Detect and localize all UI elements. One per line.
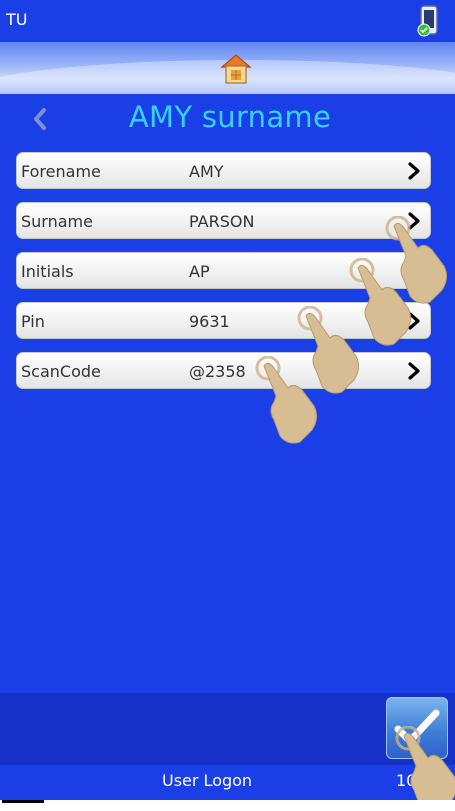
field-label: Initials — [21, 262, 74, 281]
field-label: Forename — [21, 162, 101, 181]
checkmark-icon — [394, 709, 440, 745]
status-bar: TU — [0, 0, 455, 42]
screen-name-label: User Logon — [162, 771, 253, 790]
status-title: TU — [6, 10, 28, 29]
field-value: @2358 — [189, 362, 246, 381]
field-row-forename[interactable]: Forename AMY — [16, 152, 431, 189]
app-screen: TU AMY surname Forename AMY Surname PARS… — [0, 0, 455, 800]
chevron-right-icon — [408, 212, 420, 230]
home-ribbon — [0, 42, 455, 94]
field-value: AMY — [189, 162, 224, 181]
field-row-scancode[interactable]: ScanCode @2358 — [16, 352, 431, 389]
chevron-right-icon — [408, 362, 420, 380]
chevron-right-icon — [408, 262, 420, 280]
field-value: PARSON — [189, 212, 255, 231]
field-label: ScanCode — [21, 362, 101, 381]
phone-sync-icon — [417, 5, 438, 37]
page-header: AMY surname — [0, 94, 455, 146]
field-row-pin[interactable]: Pin 9631 — [16, 302, 431, 339]
field-row-initials[interactable]: Initials AP — [16, 252, 431, 289]
field-label: Surname — [21, 212, 93, 231]
confirm-button[interactable] — [386, 697, 448, 759]
chevron-right-icon — [408, 162, 420, 180]
home-icon[interactable] — [218, 50, 254, 86]
field-row-surname[interactable]: Surname PARSON — [16, 202, 431, 239]
divider — [2, 800, 44, 803]
page-title: AMY surname — [128, 100, 332, 134]
clock: 10: — [396, 771, 422, 790]
page-margin — [0, 800, 455, 811]
field-value: AP — [189, 262, 210, 281]
field-value: 9631 — [189, 312, 230, 331]
chevron-left-icon[interactable] — [28, 102, 52, 136]
chevron-right-icon — [408, 312, 420, 330]
field-label: Pin — [21, 312, 45, 331]
bottom-bar: User Logon 10: — [0, 765, 455, 800]
